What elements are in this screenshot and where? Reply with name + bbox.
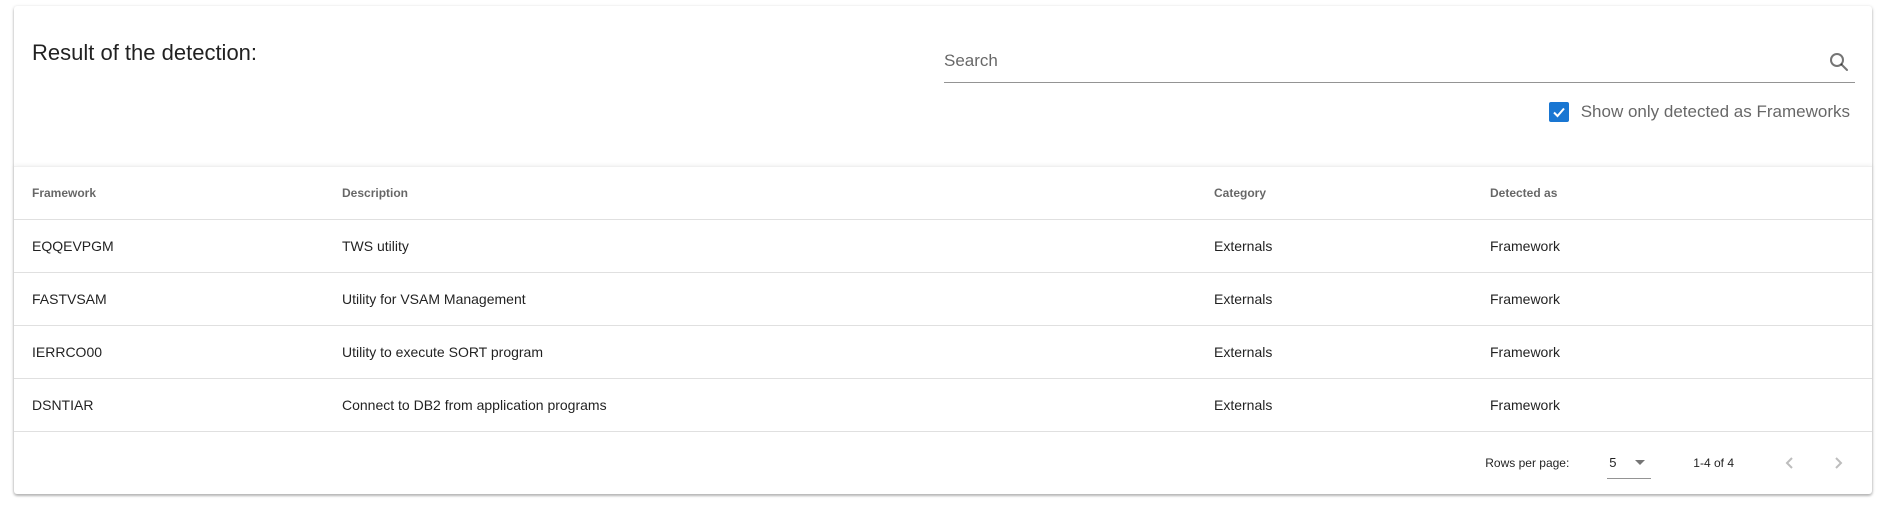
cell-description: Utility for VSAM Management xyxy=(324,272,1196,326)
panel-header: Result of the detection: Show only detec… xyxy=(14,6,1872,166)
cell-category: Externals xyxy=(1196,219,1472,273)
table-pagination: Rows per page: 5 1-4 of 4 xyxy=(14,431,1872,495)
cell-detected-as: Framework xyxy=(1472,378,1872,432)
page-title: Result of the detection: xyxy=(32,40,258,65)
rows-per-page-select[interactable]: 5 xyxy=(1607,448,1652,479)
cell-detected-as: Framework xyxy=(1472,325,1872,379)
cell-framework: FASTVSAM xyxy=(14,272,324,326)
cell-description: Connect to DB2 from application programs xyxy=(324,378,1196,432)
detection-result-panel: Result of the detection: Show only detec… xyxy=(14,6,1872,494)
search-icon[interactable] xyxy=(1827,50,1851,74)
table-row[interactable]: FASTVSAM Utility for VSAM Management Ext… xyxy=(14,272,1872,326)
cell-framework: IERRCO00 xyxy=(14,325,324,379)
column-header-category: Category xyxy=(1196,167,1472,220)
rows-per-page-label: Rows per page: xyxy=(1485,456,1570,470)
check-icon xyxy=(1552,107,1565,118)
column-header-detected-as: Detected as xyxy=(1472,167,1872,220)
frameworks-filter[interactable]: Show only detected as Frameworks xyxy=(1548,98,1850,126)
cell-description: TWS utility xyxy=(324,219,1196,273)
results-table-container: Framework Description Category Detected … xyxy=(14,166,1872,495)
table-row[interactable]: DSNTIAR Connect to DB2 from application … xyxy=(14,378,1872,432)
table-header-row: Framework Description Category Detected … xyxy=(14,167,1872,220)
next-page-button[interactable] xyxy=(1826,451,1850,475)
cell-category: Externals xyxy=(1196,378,1472,432)
chevron-left-icon xyxy=(1785,457,1793,469)
rows-per-page-value[interactable]: 5 xyxy=(1607,455,1616,470)
caret-down-icon[interactable] xyxy=(1635,459,1646,465)
chevron-right-icon xyxy=(1835,457,1843,469)
page-range-text: 1-4 of 4 xyxy=(1693,456,1734,470)
column-header-framework: Framework xyxy=(14,167,324,220)
previous-page-button[interactable] xyxy=(1778,451,1802,475)
cell-detected-as: Framework xyxy=(1472,272,1872,326)
search-field[interactable] xyxy=(944,42,1855,83)
cell-category: Externals xyxy=(1196,272,1472,326)
cell-detected-as: Framework xyxy=(1472,219,1872,273)
cell-framework: DSNTIAR xyxy=(14,378,324,432)
frameworks-filter-label[interactable]: Show only detected as Frameworks xyxy=(1581,102,1850,122)
frameworks-filter-checkbox[interactable] xyxy=(1548,102,1569,122)
column-header-description: Description xyxy=(324,167,1196,220)
table-row[interactable]: EQQEVPGM TWS utility Externals Framework xyxy=(14,219,1872,273)
search-input[interactable] xyxy=(944,46,1804,76)
cell-framework: EQQEVPGM xyxy=(14,219,324,273)
cell-category: Externals xyxy=(1196,325,1472,379)
cell-description: Utility to execute SORT program xyxy=(324,325,1196,379)
table-row[interactable]: IERRCO00 Utility to execute SORT program… xyxy=(14,325,1872,379)
results-table: Framework Description Category Detected … xyxy=(14,167,1872,432)
